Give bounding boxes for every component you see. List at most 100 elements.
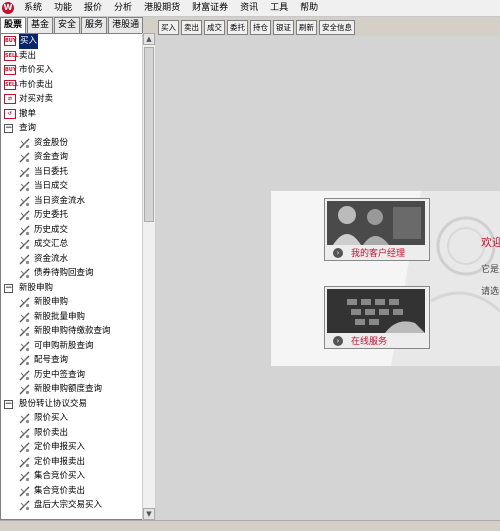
toolbar-refresh-button[interactable]: 刷新 [296, 20, 317, 35]
toolbar-positions-button[interactable]: 持仓 [250, 20, 271, 35]
tree-group[interactable]: − 查询 [1, 121, 143, 136]
menu-hk-futures[interactable]: 港股期货 [138, 0, 186, 16]
tree-item-label: 成交汇总 [34, 239, 69, 249]
leaf-icon [19, 413, 30, 424]
toolbar-buy-button[interactable]: 买入 [158, 20, 179, 35]
tree-item[interactable]: 新股申购额度查询 [1, 382, 143, 397]
tree-item[interactable]: 新股申购 [1, 295, 143, 310]
tree-item[interactable]: BUY 市价买入 [1, 63, 143, 78]
tree-item[interactable]: 成交汇总 [1, 237, 143, 252]
toolbar-orders-button[interactable]: 委托 [227, 20, 248, 35]
tree-item-label: 盘后大宗交易买入 [34, 500, 103, 510]
tree-item[interactable]: SELL 市价卖出 [1, 78, 143, 93]
tree-item-label: 股份转让协议交易 [19, 398, 88, 409]
tree-item[interactable]: 当日委托 [1, 165, 143, 180]
arrow-right-icon: › [333, 247, 343, 258]
tree-item[interactable]: 集合竞价买入 [1, 469, 143, 484]
tree-item-label: 对买对卖 [19, 94, 54, 104]
tree-item-label: 历史委托 [34, 210, 69, 220]
main-content-area: › 我的客户经理 › 在线服务 欢迎 它是 请选 [156, 36, 500, 520]
account-manager-card[interactable]: › 我的客户经理 [324, 198, 430, 261]
tab-hk-connect[interactable]: 港股通 [108, 17, 144, 33]
menu-system[interactable]: 系统 [18, 0, 48, 16]
collapse-icon[interactable]: − [4, 399, 13, 409]
leaf-icon [19, 312, 30, 323]
menu-analysis[interactable]: 分析 [108, 0, 138, 16]
tree-item-label: 债券待购回查询 [34, 268, 94, 278]
cancel-order-icon: ↺ [4, 108, 16, 119]
tree-item[interactable]: 债券待购回查询 [1, 266, 143, 281]
leaf-icon [19, 326, 30, 337]
tree-item[interactable]: 可申购新股查询 [1, 339, 143, 354]
toolbar-bank-transfer-button[interactable]: 银证 [273, 20, 294, 35]
tree-scrollbar[interactable]: ▲ ▼ [142, 33, 155, 520]
tree-item-label: 新股批量申购 [34, 311, 86, 322]
tree-item[interactable]: SELL 卖出 [1, 49, 143, 64]
leaf-icon [19, 167, 30, 178]
scroll-down-arrow-icon[interactable]: ▼ [143, 508, 155, 520]
tree-item-label: 限价卖出 [34, 427, 69, 438]
tree-item-label: 历史成交 [34, 224, 69, 235]
tree-group[interactable]: − 股份转让协议交易 [1, 397, 143, 412]
scroll-up-arrow-icon[interactable]: ▲ [143, 33, 155, 45]
tree-item[interactable]: 定价申报卖出 [1, 455, 143, 470]
toolbar-deals-button[interactable]: 成交 [204, 20, 225, 35]
collapse-icon[interactable]: − [4, 283, 13, 293]
toolbar-security-info-button[interactable]: 安全信息 [319, 20, 355, 35]
account-manager-photo [327, 201, 425, 245]
scroll-thumb[interactable] [144, 47, 154, 222]
left-panel-tabs: 股票 基金 安全 服务 港股通 [0, 17, 155, 33]
tree-item[interactable]: 历史成交 [1, 223, 143, 238]
app-logo-icon: W [2, 2, 14, 14]
leaf-icon [19, 486, 30, 497]
tree-item[interactable]: 新股申购待缴款查询 [1, 324, 143, 339]
leaf-icon [19, 181, 30, 192]
leaf-icon [19, 225, 30, 236]
tree-item-label: 集合竞价卖出 [34, 485, 86, 496]
tab-service[interactable]: 服务 [81, 17, 108, 33]
tree-item[interactable]: 历史委托 [1, 208, 143, 223]
menu-news[interactable]: 资讯 [234, 0, 264, 16]
online-service-label: 在线服务 [351, 337, 388, 347]
tree-item[interactable]: BUY 买入 [1, 34, 143, 49]
tree-item[interactable]: 限价买入 [1, 411, 143, 426]
tree-item[interactable]: 定价申报买入 [1, 440, 143, 455]
tree-item[interactable]: 资金查询 [1, 150, 143, 165]
leaf-icon [19, 428, 30, 439]
menu-wealth-securities[interactable]: 财富证券 [186, 0, 234, 16]
tree-item-label: 查询 [19, 123, 37, 133]
tree-item[interactable]: 新股批量申购 [1, 310, 143, 325]
tab-fund[interactable]: 基金 [27, 17, 54, 33]
tree-item[interactable]: ↺ 撤单 [1, 107, 143, 122]
leaf-icon [19, 384, 30, 395]
tree-item[interactable]: 资金流水 [1, 252, 143, 267]
tree-item[interactable]: 盘后大宗交易买入 [1, 498, 143, 513]
collapse-icon[interactable]: − [4, 124, 13, 133]
tab-stock[interactable]: 股票 [0, 17, 27, 33]
tree-group[interactable]: − 新股申购 [1, 281, 143, 296]
tree-item-label: 当日资金流水 [34, 195, 86, 206]
menu-function[interactable]: 功能 [48, 0, 78, 16]
menu-tools[interactable]: 工具 [264, 0, 294, 16]
tab-security[interactable]: 安全 [54, 17, 81, 33]
tree-item[interactable]: 历史中签查询 [1, 368, 143, 383]
tree-item-label: 资金查询 [34, 152, 69, 162]
toolbar-sell-button[interactable]: 卖出 [181, 20, 202, 35]
tree-item[interactable]: 当日成交 [1, 179, 143, 194]
tree-item[interactable]: 资金股份 [1, 136, 143, 151]
tree-item-label: 买入 [19, 34, 39, 49]
tree-item[interactable]: ⇄ 对买对卖 [1, 92, 143, 107]
promo-panel: › 我的客户经理 › 在线服务 欢迎 它是 请选 [271, 191, 500, 366]
leaf-icon [19, 442, 30, 453]
tree-item[interactable]: 集合竞价卖出 [1, 484, 143, 499]
leaf-icon [19, 355, 30, 366]
menu-help[interactable]: 帮助 [294, 0, 324, 16]
tree-item-label: 资金股份 [34, 137, 69, 148]
menu-quote[interactable]: 报价 [78, 0, 108, 16]
status-bar [0, 520, 500, 531]
online-service-card[interactable]: › 在线服务 [324, 286, 430, 349]
trade-toolbar: 买入 卖出 成交 委托 持仓 银证 刷新 安全信息 [158, 20, 357, 35]
tree-item[interactable]: 限价卖出 [1, 426, 143, 441]
tree-item[interactable]: 配号查询 [1, 353, 143, 368]
tree-item[interactable]: 当日资金流水 [1, 194, 143, 209]
